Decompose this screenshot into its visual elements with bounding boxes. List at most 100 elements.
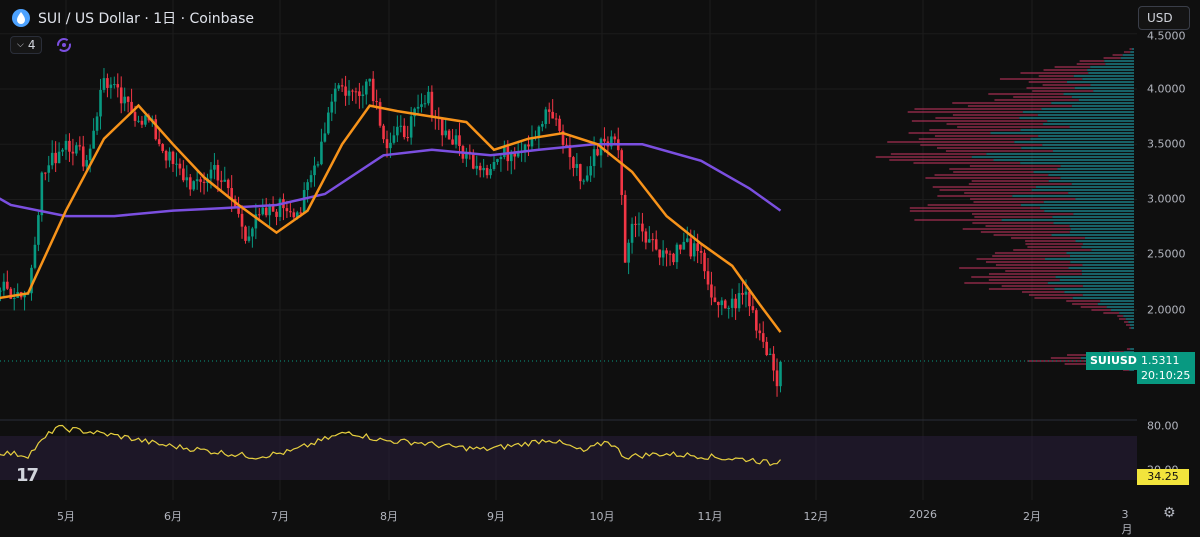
time-tick: 10月	[589, 510, 615, 523]
candle-body	[223, 179, 227, 182]
chart-root[interactable]: SUI / US Dollar · 1日 · Coinbase ⌵ 4 USD …	[0, 0, 1200, 536]
candle-body	[392, 135, 396, 143]
candle-body	[634, 223, 637, 225]
candle-body	[744, 291, 748, 295]
candle-body	[765, 341, 768, 355]
candle-body	[123, 96, 126, 104]
candle-body	[327, 112, 330, 134]
candle-body	[682, 241, 686, 250]
candle-body	[575, 164, 579, 168]
candle-body	[99, 89, 102, 117]
candle-body	[289, 211, 292, 213]
candle-body	[140, 120, 144, 125]
candle-body	[344, 86, 347, 96]
candle-body	[399, 125, 403, 127]
candle-body	[658, 249, 661, 258]
candle-body	[116, 84, 120, 88]
candle-body	[730, 298, 734, 308]
candle-body	[188, 177, 192, 190]
time-tick: 2月	[1023, 510, 1041, 523]
symbol-title[interactable]: SUI / US Dollar · 1日 · Coinbase	[38, 8, 254, 28]
candle-body	[71, 151, 75, 154]
candle-body	[727, 307, 731, 309]
price-tick: 2.5000	[1147, 247, 1186, 261]
candle-body	[427, 91, 430, 104]
candle-body	[596, 149, 599, 156]
candle-body	[475, 165, 479, 169]
candle-body	[620, 150, 624, 195]
candle-body	[382, 125, 385, 140]
price-tick: 3.0000	[1147, 192, 1186, 206]
price-tick: 2.0000	[1147, 303, 1186, 317]
candle-body	[354, 91, 358, 93]
indicator-count: 4	[27, 38, 36, 52]
candle-body	[578, 164, 582, 182]
time-tick: 9月	[487, 510, 505, 523]
tradingview-logo-icon[interactable]: 17	[16, 465, 39, 486]
candle-body	[768, 353, 772, 355]
candle-body	[6, 281, 9, 289]
candle-body	[351, 90, 354, 92]
candle-body	[471, 153, 475, 169]
candle-body	[499, 156, 503, 160]
candle-body	[717, 301, 720, 306]
last-price-tag: 1.5311 20:10:25	[1137, 352, 1195, 384]
candle-body	[492, 161, 496, 169]
candle-body	[40, 172, 44, 216]
candle-body	[547, 109, 551, 112]
candle-body	[420, 104, 423, 107]
candle-body	[416, 106, 420, 109]
indicator-toggle[interactable]: ⌵ 4	[10, 36, 43, 54]
time-tick: 2026	[909, 508, 937, 521]
candle-body	[92, 130, 95, 149]
time-tick: 12月	[803, 510, 829, 523]
candle-body	[689, 238, 693, 257]
candle-body	[523, 144, 527, 151]
candle-body	[330, 101, 334, 113]
candle-body	[199, 179, 202, 182]
candle-body	[316, 164, 320, 166]
time-tick: 11月	[697, 510, 723, 523]
candle-body	[109, 84, 113, 88]
time-axis[interactable]: 5月 6月 7月 8月 9月 10月 11月 12月 2026 2月 3月	[0, 500, 1137, 536]
sui-logo-icon	[12, 9, 30, 27]
candle-body	[178, 163, 182, 169]
candle-body	[699, 251, 703, 253]
candle-body	[485, 167, 489, 176]
settings-gear-icon[interactable]: ⚙	[1163, 505, 1176, 521]
candle-body	[292, 212, 296, 218]
candle-body	[323, 133, 327, 142]
time-tick: 7月	[271, 510, 289, 523]
candle-body	[337, 85, 340, 89]
candle-body	[496, 159, 499, 162]
candle-body	[309, 175, 313, 183]
price-axis[interactable]: 4.5000 4.0000 3.5000 3.0000 2.5000 2.000…	[1137, 0, 1200, 500]
candle-body	[389, 142, 392, 149]
candle-body	[37, 215, 40, 245]
candle-body	[244, 226, 247, 241]
candle-body	[306, 182, 309, 191]
candle-body	[182, 168, 185, 181]
candle-body	[113, 84, 116, 86]
sync-icon[interactable]	[56, 37, 72, 53]
grid-layer	[0, 0, 1137, 500]
volume-profile	[875, 48, 1134, 371]
candle-body	[340, 85, 344, 87]
candle-body	[454, 135, 458, 145]
candle-body	[220, 180, 223, 182]
candle-body	[710, 284, 713, 298]
candle-body	[364, 81, 368, 95]
candle-body	[168, 151, 171, 161]
candle-body	[144, 115, 147, 125]
price-chart-svg[interactable]	[0, 0, 1137, 500]
rsi-tick: 80.00	[1147, 419, 1179, 433]
candle-body	[544, 109, 548, 125]
candle-body	[551, 111, 554, 119]
candle-body	[692, 243, 696, 257]
rsi-value-tag: 34.25	[1137, 469, 1189, 485]
candle-body	[513, 153, 517, 157]
candle-body	[106, 78, 109, 88]
candle-body	[748, 291, 751, 307]
candle-body	[157, 139, 161, 145]
candle-body	[409, 116, 413, 138]
